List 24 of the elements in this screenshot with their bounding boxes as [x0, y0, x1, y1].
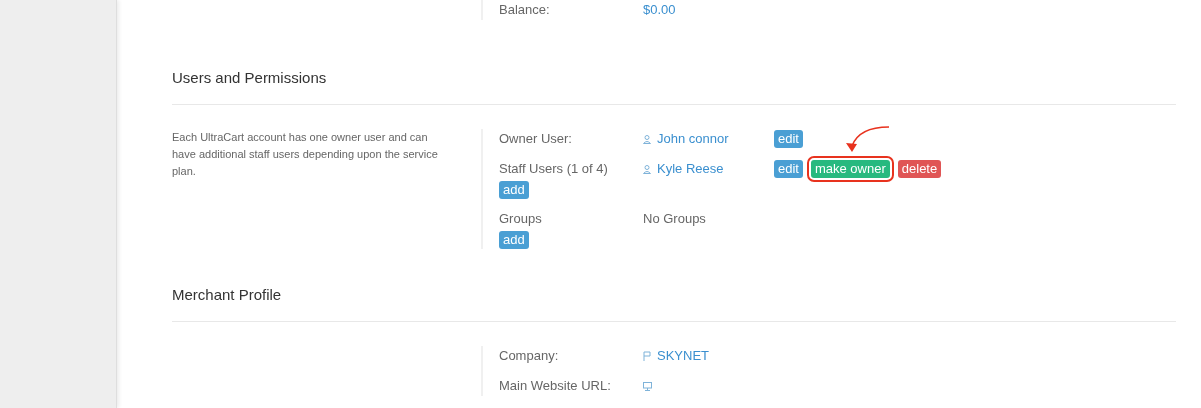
field-label: Groups — [499, 210, 542, 228]
edit-button[interactable]: edit — [774, 130, 803, 148]
value-link[interactable]: John connor — [657, 129, 729, 149]
field-label: Staff Users (1 of 4) — [499, 160, 608, 178]
monitor-icon — [643, 381, 652, 391]
field-label: Main Website URL: — [499, 377, 611, 395]
edit-button[interactable]: edit — [774, 160, 803, 178]
section-title: Merchant Profile — [172, 286, 282, 303]
value-link[interactable]: SKYNET — [657, 346, 709, 366]
value-text: No Groups — [643, 210, 706, 229]
delete-button[interactable]: delete — [897, 160, 942, 178]
field-label: Owner User: — [499, 130, 572, 148]
add-button[interactable]: add — [499, 181, 529, 199]
make-owner-button[interactable]: make owner — [810, 160, 890, 178]
add-button[interactable]: add — [499, 231, 529, 249]
flag-icon — [643, 351, 651, 361]
field-label: Balance: — [499, 1, 551, 20]
user-icon — [643, 134, 651, 144]
section-description: Each UltraCart account has one owner user and can have additional staff users depending upon the service plan. — [172, 130, 439, 179]
balance-value: $0.00 — [643, 1, 676, 20]
user-icon — [643, 164, 651, 174]
section-title: Users and Permissions — [172, 69, 327, 86]
value-link[interactable]: Kyle Reese — [657, 159, 724, 179]
field-label: Company: — [499, 347, 559, 365]
